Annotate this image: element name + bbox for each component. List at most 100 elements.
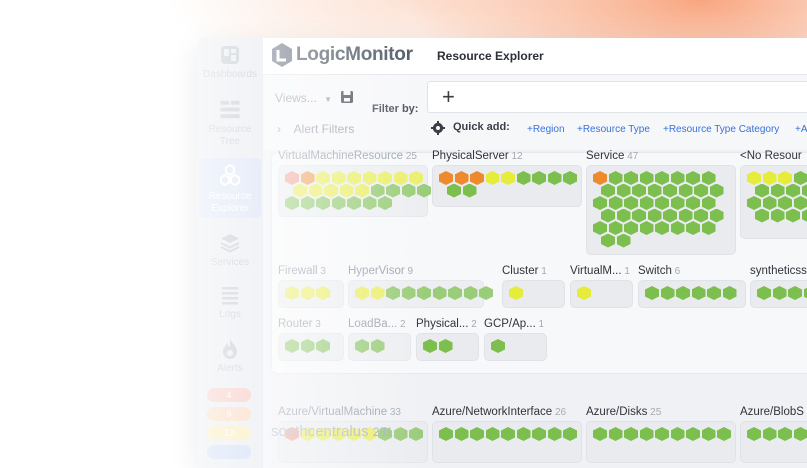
resource-hex[interactable] (609, 171, 623, 185)
resource-hex[interactable] (355, 184, 369, 198)
gear-icon[interactable] (431, 121, 445, 135)
resource-hex[interactable] (332, 171, 346, 185)
resource-hex[interactable] (747, 196, 761, 210)
resource-hex[interactable] (316, 286, 330, 300)
resource-hex[interactable] (778, 171, 792, 185)
resource-hex[interactable] (593, 196, 607, 210)
resource-hex[interactable] (593, 427, 607, 441)
alert-filters-toggle[interactable]: › Alert Filters (277, 122, 354, 136)
resource-hex[interactable] (632, 184, 646, 198)
region-heading[interactable]: southcentralus 231 (271, 423, 393, 440)
plus-icon[interactable]: + (442, 84, 455, 110)
resource-hex[interactable] (501, 427, 515, 441)
sidebar-item-alerts[interactable]: Alerts (199, 332, 261, 388)
resource-hex[interactable] (609, 196, 623, 210)
region-group-label-azure-virtualmachine[interactable]: Azure/VirtualMachine 33 (278, 406, 401, 418)
resource-hex[interactable] (624, 196, 638, 210)
region-group-label-azure-disks[interactable]: Azure/Disks 25 (586, 406, 661, 418)
resource-hex[interactable] (463, 184, 477, 198)
resource-hex[interactable] (601, 209, 615, 223)
resource-hex[interactable] (563, 171, 577, 185)
resource-hex[interactable] (347, 171, 361, 185)
resource-hex[interactable] (371, 184, 385, 198)
quick-add-more[interactable]: +A (795, 124, 807, 135)
resource-hex[interactable] (655, 221, 669, 235)
region-group-label-azure-blobs[interactable]: Azure/BlobS (740, 406, 804, 418)
resource-hex[interactable] (439, 427, 453, 441)
resource-hex[interactable] (563, 427, 577, 441)
resource-hex[interactable] (648, 209, 662, 223)
resource-hex[interactable] (757, 286, 771, 300)
resource-hex[interactable] (417, 286, 431, 300)
resource-hex[interactable] (371, 339, 385, 353)
sidebar-item-services[interactable]: Services (199, 226, 261, 282)
resource-hex[interactable] (464, 286, 478, 300)
group-label-physicalserver[interactable]: PhysicalServer 12 (432, 150, 523, 162)
resource-hex[interactable] (548, 171, 562, 185)
resource-hex[interactable] (609, 221, 623, 235)
resource-hex[interactable] (686, 196, 700, 210)
resource-hex[interactable] (763, 196, 777, 210)
resource-hex[interactable] (285, 171, 299, 185)
group-label-physical[interactable]: Physical... 2 (416, 318, 477, 330)
resource-hex[interactable] (355, 339, 369, 353)
quick-add-resource-type-category[interactable]: +Resource Type Category (663, 124, 779, 135)
resource-hex[interactable] (301, 196, 315, 210)
resource-hex[interactable] (409, 171, 423, 185)
alert-badge-warning[interactable]: 12 (207, 426, 251, 440)
resource-hex[interactable] (285, 286, 299, 300)
resource-hex[interactable] (347, 196, 361, 210)
resource-hex[interactable] (710, 184, 724, 198)
sidebar-item-logs[interactable]: Logs (199, 278, 261, 334)
resource-hex[interactable] (378, 196, 392, 210)
resource-hex[interactable] (455, 171, 469, 185)
resource-hex[interactable] (609, 427, 623, 441)
resource-hex[interactable] (747, 171, 761, 185)
group-label-cluster[interactable]: Cluster 1 (502, 265, 547, 277)
resource-hex[interactable] (486, 171, 500, 185)
resource-hex[interactable] (655, 196, 669, 210)
resource-hex[interactable] (601, 184, 615, 198)
group-label-firewall[interactable]: Firewall 3 (278, 265, 326, 277)
resource-hex[interactable] (773, 286, 787, 300)
resource-hex[interactable] (617, 184, 631, 198)
resource-hex[interactable] (702, 171, 716, 185)
resource-hex[interactable] (788, 286, 802, 300)
resource-hex[interactable] (394, 427, 408, 441)
resource-hex[interactable] (448, 286, 462, 300)
resource-hex[interactable] (386, 286, 400, 300)
resource-hex[interactable] (593, 221, 607, 235)
resource-hex[interactable] (710, 209, 724, 223)
group-label-gcp-ap[interactable]: GCP/Ap... 1 (484, 318, 544, 330)
resource-hex[interactable] (363, 171, 377, 185)
alert-badge-error[interactable]: 9 (207, 407, 251, 421)
resource-hex[interactable] (640, 221, 654, 235)
resource-hex[interactable] (617, 209, 631, 223)
resource-hex[interactable] (794, 427, 807, 441)
quick-add-resource-type[interactable]: +Resource Type (577, 124, 650, 135)
resource-hex[interactable] (686, 221, 700, 235)
resource-hex[interactable] (663, 209, 677, 223)
resource-hex[interactable] (655, 427, 669, 441)
logo[interactable]: LogicMonitor (271, 42, 413, 68)
group-label-syntheticss[interactable]: syntheticss (750, 265, 807, 277)
resource-hex[interactable] (316, 171, 330, 185)
resource-hex[interactable] (702, 427, 716, 441)
group-label-router[interactable]: Router 3 (278, 318, 321, 330)
resource-hex[interactable] (686, 427, 700, 441)
resource-hex[interactable] (509, 286, 523, 300)
resource-hex[interactable] (640, 171, 654, 185)
resource-hex[interactable] (439, 339, 453, 353)
resource-hex[interactable] (702, 221, 716, 235)
resource-hex[interactable] (794, 196, 807, 210)
resource-hex[interactable] (655, 171, 669, 185)
resource-hex[interactable] (409, 427, 423, 441)
filter-input[interactable]: + (427, 81, 807, 113)
resource-hex[interactable] (447, 184, 461, 198)
resource-hex[interactable] (532, 427, 546, 441)
resource-hex[interactable] (661, 286, 675, 300)
resource-hex[interactable] (363, 196, 377, 210)
resource-hex[interactable] (692, 286, 706, 300)
resource-hex[interactable] (671, 427, 685, 441)
group-label-virtualm[interactable]: VirtualM... 1 (570, 265, 630, 277)
